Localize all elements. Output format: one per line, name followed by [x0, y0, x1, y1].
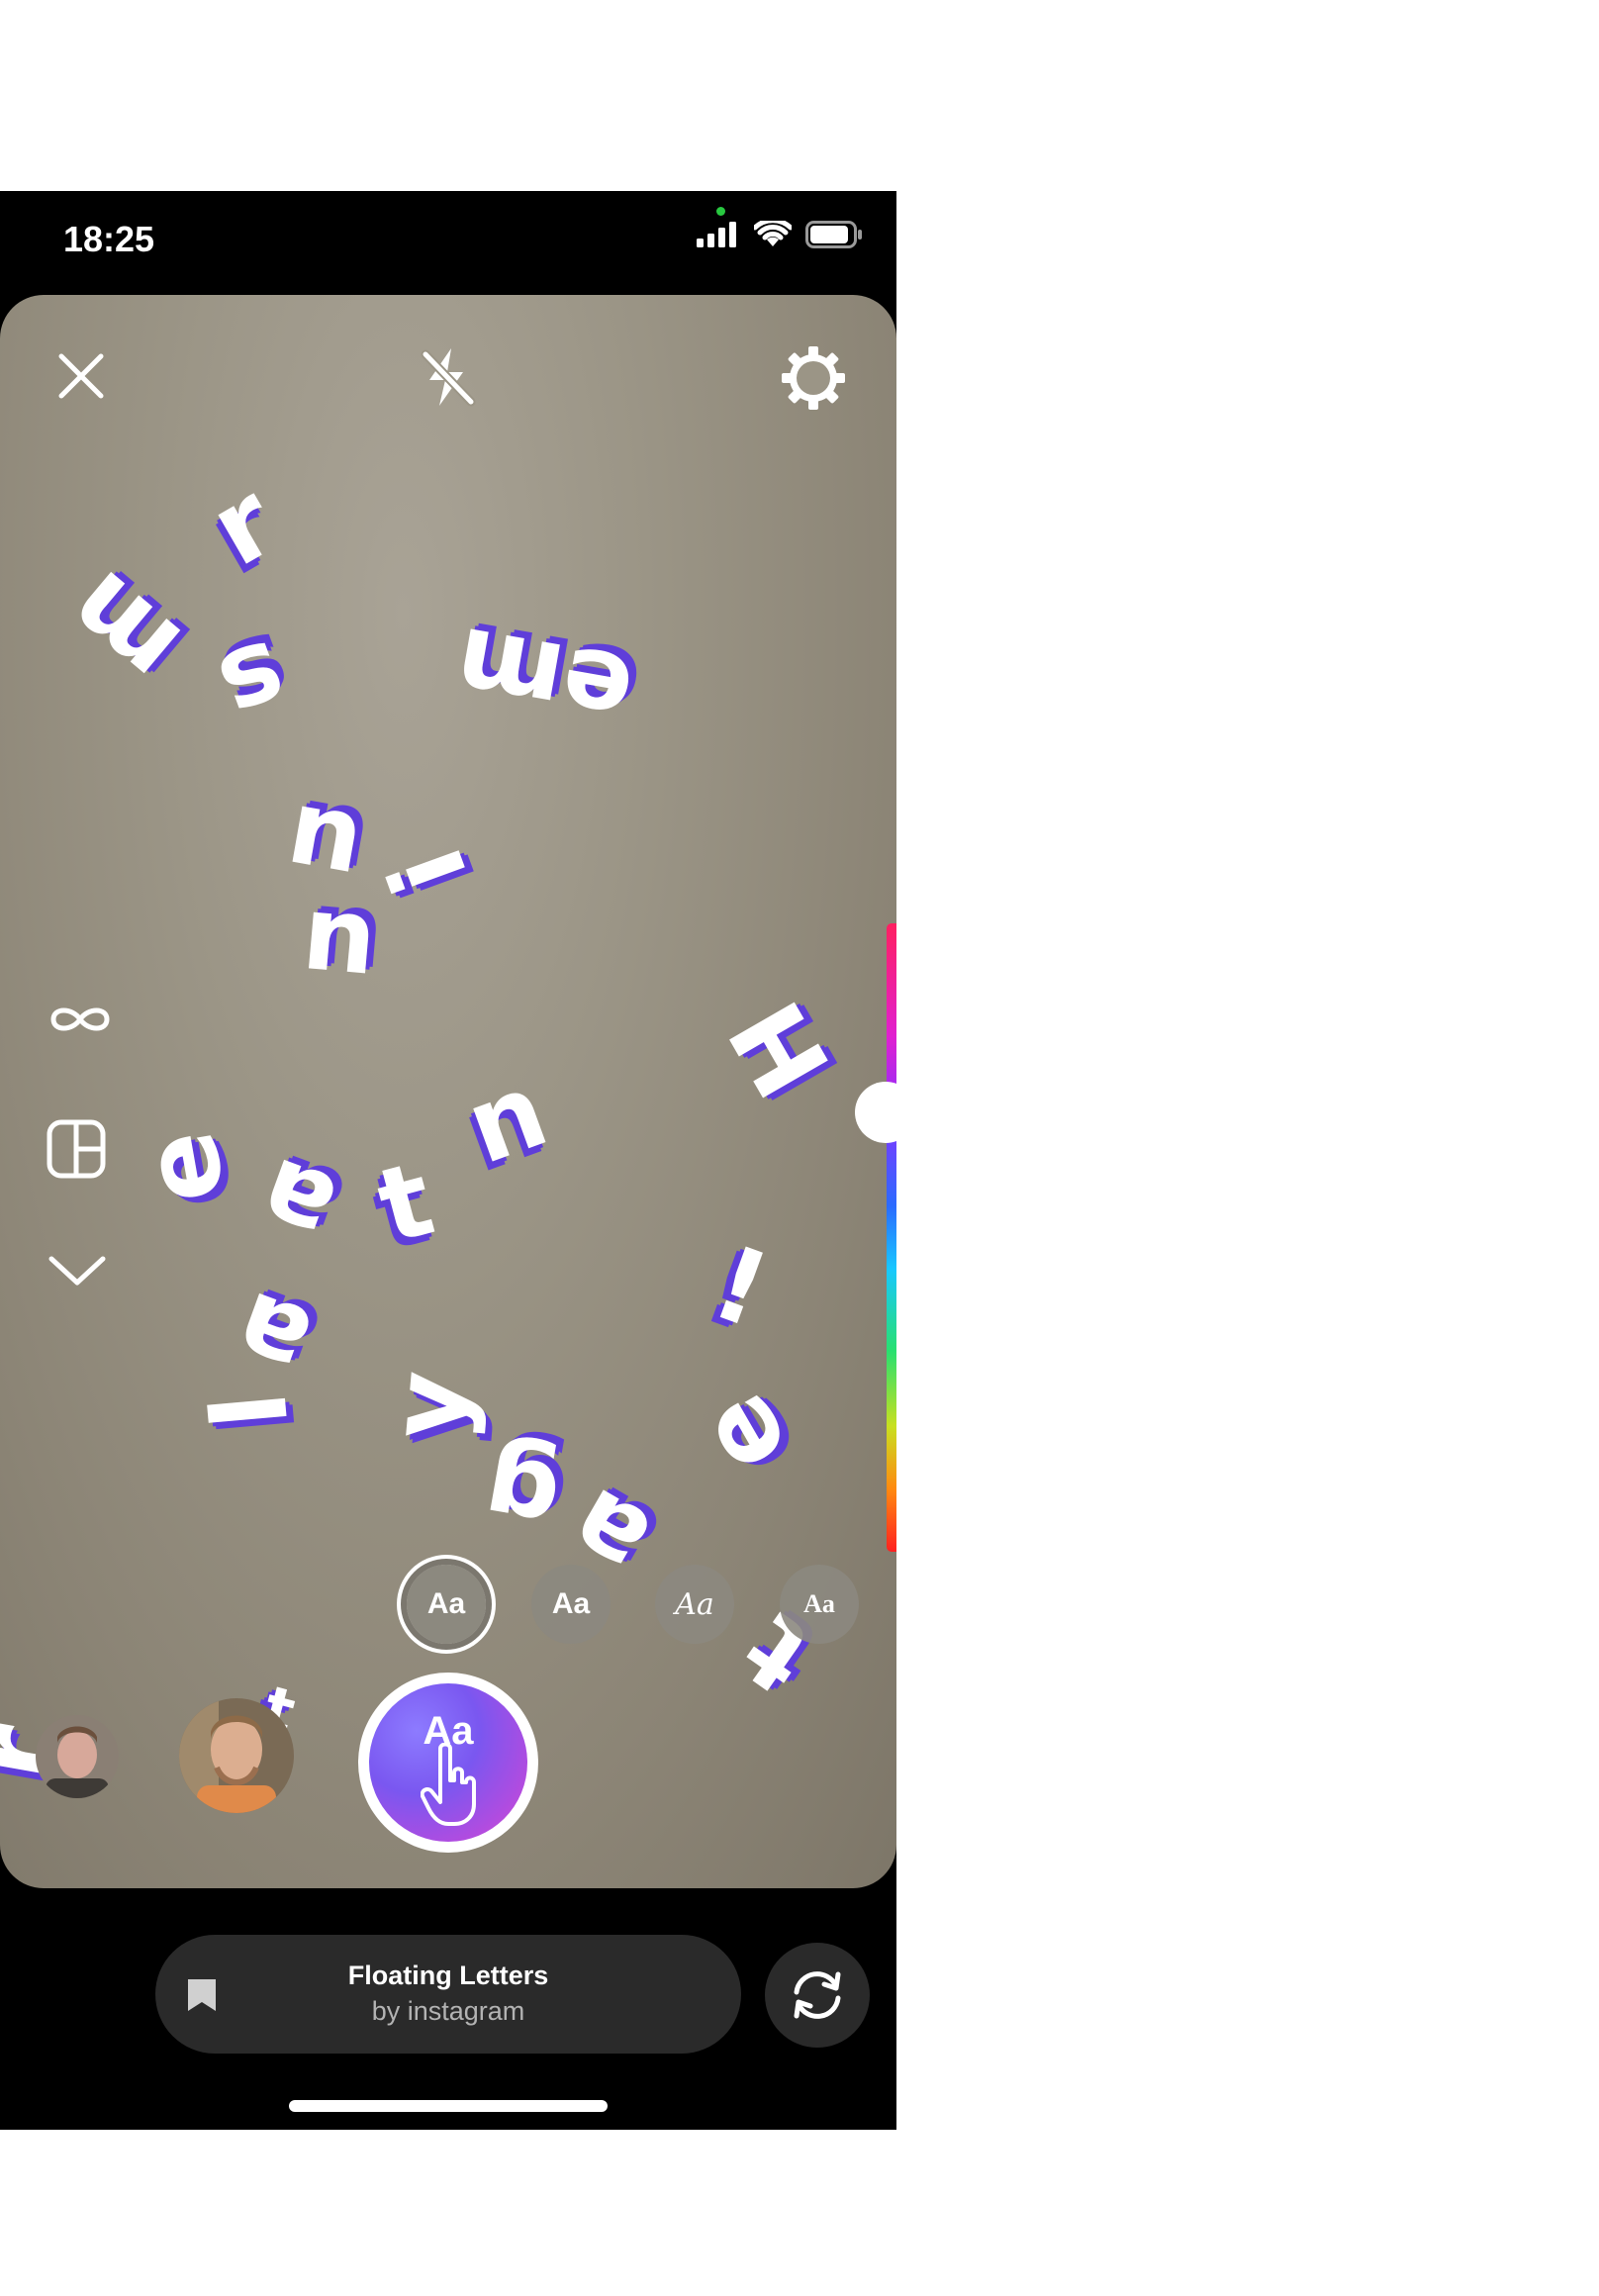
floating-letter: l — [188, 1387, 313, 1434]
font-chip-serif[interactable]: Aa — [780, 1565, 859, 1644]
font-chip-script[interactable]: Aa — [655, 1565, 734, 1644]
infinity-icon[interactable] — [46, 1000, 115, 1039]
floating-letter: i — [365, 833, 492, 909]
floating-letter: r — [190, 459, 296, 590]
gear-icon[interactable] — [780, 344, 847, 412]
floating-letter: a — [219, 1267, 326, 1405]
floating-letter: u — [296, 887, 381, 1013]
status-icons — [697, 221, 863, 248]
effect-info-pill[interactable]: Floating Letters by instagram — [155, 1935, 741, 2054]
avatar-face-icon — [179, 1698, 294, 1813]
floating-letter: y — [366, 1366, 493, 1445]
floating-letter: n — [451, 1049, 562, 1188]
phone-screen: 18:25 r m s em u i u H n e a t a l y ! e… — [0, 191, 896, 2130]
floating-letter: e — [672, 1374, 812, 1496]
floating-letter: t — [366, 1137, 445, 1268]
floating-letter: s — [204, 616, 303, 750]
effect-author: by instagram — [371, 1996, 525, 2026]
color-slider[interactable] — [887, 923, 896, 1552]
battery-icon — [805, 221, 862, 248]
floating-letter: em — [445, 603, 642, 753]
floating-letter: a — [243, 1133, 350, 1272]
camera-viewport[interactable]: r m s em u i u H n e a t a l y ! e g a t… — [0, 295, 896, 1888]
floating-letter: ! — [698, 1221, 784, 1352]
home-indicator[interactable] — [289, 2100, 608, 2112]
tap-hand-icon — [421, 1743, 476, 1826]
floating-letter: g — [474, 1428, 569, 1561]
chevron-down-icon[interactable] — [46, 1251, 109, 1291]
color-slider-knob[interactable] — [855, 1082, 896, 1143]
floating-letter: m — [43, 547, 203, 710]
floating-letter: H — [705, 981, 855, 1117]
flip-camera-icon — [794, 1971, 841, 2019]
status-time: 18:25 — [63, 219, 155, 259]
floating-letter: u — [276, 780, 371, 912]
capture-button[interactable]: Aa — [358, 1673, 538, 1853]
flip-camera-button[interactable] — [765, 1943, 870, 2048]
layout-icon[interactable] — [46, 1118, 107, 1180]
effect-avatar-1[interactable] — [36, 1715, 119, 1798]
wifi-icon — [754, 221, 792, 246]
signal-icon — [697, 222, 736, 247]
capture-effect-preview: Aa — [369, 1683, 527, 1842]
flash-off-icon[interactable] — [416, 344, 479, 410]
avatar-face-icon — [36, 1715, 119, 1798]
effect-avatar-2[interactable] — [179, 1698, 294, 1813]
camera-indicator — [716, 207, 725, 216]
close-icon[interactable] — [55, 350, 107, 402]
font-chip-classic[interactable]: Aa — [407, 1565, 486, 1644]
floating-letter: e — [118, 1122, 249, 1213]
font-chip-modern[interactable]: Aa — [531, 1565, 611, 1644]
effect-title: Floating Letters — [347, 1961, 549, 1990]
